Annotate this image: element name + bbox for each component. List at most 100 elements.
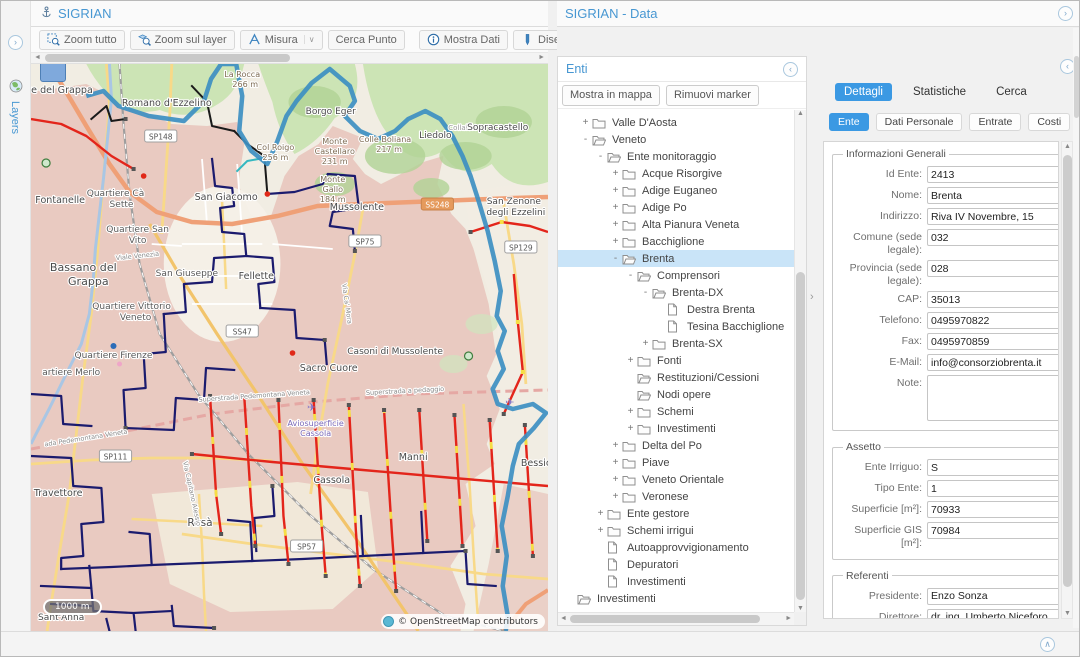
scroll-right-icon[interactable]: ► [785, 615, 792, 622]
tree-item-restituzioni-cessioni[interactable]: Restituzioni/Cessioni [558, 369, 794, 386]
expand-icon[interactable]: + [609, 219, 622, 230]
toolbar-button-zoom-tutto[interactable]: Zoom tutto [39, 30, 125, 50]
tree-item-alta-pianura-veneta[interactable]: +Alta Pianura Veneta [558, 216, 794, 233]
field-input-cap[interactable] [927, 291, 1059, 308]
expand-icon[interactable]: + [639, 338, 652, 349]
field-input-telefono[interactable] [927, 312, 1059, 329]
tree-hscroll-thumb[interactable] [570, 615, 760, 623]
subtab-ente[interactable]: Ente [829, 113, 869, 131]
dropdown-arrow-icon[interactable]: ∨ [304, 35, 315, 44]
field-input-note[interactable] [927, 375, 1059, 421]
field-input-fax[interactable] [927, 333, 1059, 350]
field-input-tipo-ente[interactable] [927, 480, 1059, 497]
field-input-superficie-m[interactable] [927, 501, 1059, 518]
expand-icon[interactable]: + [624, 355, 637, 366]
collapse-right-icon[interactable]: › [1058, 6, 1073, 21]
expand-icon[interactable]: + [609, 491, 622, 502]
expand-icon[interactable]: + [579, 117, 592, 128]
scroll-up-icon[interactable]: ▲ [797, 110, 804, 117]
tree-vscrollbar[interactable]: ▲ ▼ [794, 110, 806, 612]
expand-icon[interactable]: + [609, 474, 622, 485]
expand-icon[interactable]: + [624, 423, 637, 434]
rimuovi-marker-button[interactable]: Rimuovi marker [666, 85, 759, 106]
tree-item-ente-gestore[interactable]: +Ente gestore [558, 505, 794, 522]
scroll-down-icon[interactable]: ▼ [797, 605, 804, 612]
collapse-icon[interactable]: - [639, 287, 652, 298]
toolbar-button-cerca-punto[interactable]: Cerca Punto [328, 30, 405, 50]
expand-icon[interactable]: + [609, 202, 622, 213]
tree-item-piave[interactable]: +Piave [558, 454, 794, 471]
tree-item-schemi-irrigui[interactable]: +Schemi irrigui [558, 522, 794, 539]
field-input-ente-irriguo[interactable] [927, 459, 1059, 476]
field-input-presidente[interactable] [927, 588, 1059, 605]
tree-item-brenta[interactable]: -Brenta [558, 250, 794, 267]
tree-item-comprensori[interactable]: -Comprensori [558, 267, 794, 284]
tab-statistiche[interactable]: Statistiche [904, 83, 975, 101]
mostra-in-mappa-button[interactable]: Mostra in mappa [562, 85, 660, 106]
page-vscrollbar[interactable] [1073, 28, 1080, 628]
tree-item-investimenti[interactable]: +Investimenti [558, 420, 794, 437]
tree-item-autoapprovvigionamento[interactable]: Autoapprovvigionamento [558, 539, 794, 556]
form-vscrollbar[interactable]: ▲ ▼ [1061, 141, 1073, 619]
map-hscrollbar[interactable]: ◄ ► [31, 53, 548, 64]
scroll-down-icon[interactable]: ▼ [1064, 610, 1071, 617]
tree-item-investimenti[interactable]: Investimenti [558, 590, 794, 607]
subtab-entrate[interactable]: Entrate [969, 113, 1021, 131]
scroll-left-icon[interactable]: ◄ [34, 54, 41, 61]
tree-item-tesina-bacchiglione[interactable]: Tesina Bacchiglione [558, 318, 794, 335]
map-canvas[interactable]: SP148SS47SP111SP57SP75SP129SS248 ve del … [31, 64, 548, 631]
tree-hscrollbar[interactable]: ◄ ► [558, 612, 794, 625]
tree-item-veneto[interactable]: -Veneto [558, 131, 794, 148]
tree-item-destra-brenta[interactable]: Destra Brenta [558, 301, 794, 318]
subtab-dati-personale[interactable]: Dati Personale [876, 113, 963, 131]
tree-item-acque-risorgive[interactable]: +Acque Risorgive [558, 165, 794, 182]
globe-icon[interactable] [9, 79, 23, 98]
expand-icon[interactable]: + [609, 185, 622, 196]
tree-item-brenta-dx[interactable]: -Brenta-DX [558, 284, 794, 301]
form-vscroll-thumb[interactable] [1063, 155, 1072, 587]
tree-item-valle-d-aosta[interactable]: +Valle D'Aosta [558, 114, 794, 131]
field-input-e-mail[interactable] [927, 354, 1059, 371]
tree-item-ente-monitoraggio[interactable]: -Ente monitoraggio [558, 148, 794, 165]
toolbar-button-zoom-sul-layer[interactable]: Zoom sul layer [130, 30, 235, 50]
tab-cerca[interactable]: Cerca [987, 83, 1036, 101]
collapse-icon[interactable]: - [579, 134, 592, 145]
scroll-left-icon[interactable]: ◄ [560, 615, 567, 622]
tree-item-fonti[interactable]: +Fonti [558, 352, 794, 369]
map-hscroll-thumb[interactable] [45, 54, 290, 62]
layers-tab[interactable]: Layers [9, 101, 21, 134]
expand-icon[interactable]: + [609, 168, 622, 179]
map-viewport[interactable]: SP148SS47SP111SP57SP75SP129SS248 ve del … [31, 64, 548, 631]
field-input-indirizzo[interactable] [927, 208, 1059, 225]
tab-dettagli[interactable]: Dettagli [835, 83, 892, 101]
tree-item-delta-del-po[interactable]: +Delta del Po [558, 437, 794, 454]
tree-item-depuratori[interactable]: Depuratori [558, 556, 794, 573]
expand-icon[interactable]: + [594, 508, 607, 519]
tree-item-schemi[interactable]: +Schemi [558, 403, 794, 420]
tree-item-nodi-opere[interactable]: Nodi opere [558, 386, 794, 403]
expand-icon[interactable]: + [594, 525, 607, 536]
collapse-enti-icon[interactable]: ‹ [783, 62, 798, 77]
rail-expand-icon[interactable]: › [8, 35, 23, 50]
page-vscroll-thumb[interactable] [1074, 56, 1079, 118]
tree-item-brenta-sx[interactable]: +Brenta-SX [558, 335, 794, 352]
tree-item-investimenti[interactable]: Investimenti [558, 573, 794, 590]
field-input-direttore[interactable] [927, 609, 1059, 619]
expand-icon[interactable]: + [609, 236, 622, 247]
field-input-provincia-sede-legale[interactable] [927, 260, 1059, 277]
toolbar-button-misura[interactable]: Misura∨ [240, 30, 323, 50]
expand-icon[interactable]: + [624, 406, 637, 417]
scroll-up-icon[interactable]: ▲ [1064, 143, 1071, 150]
tree-item-adige-po[interactable]: +Adige Po [558, 199, 794, 216]
subtab-costi[interactable]: Costi [1028, 113, 1070, 131]
field-input-superficie-gis-m[interactable] [927, 522, 1059, 539]
map-zoom-control[interactable] [40, 64, 66, 82]
field-input-id-ente[interactable] [927, 166, 1059, 183]
tree-item-veneto-orientale[interactable]: +Veneto Orientale [558, 471, 794, 488]
collapse-icon[interactable]: - [624, 270, 637, 281]
tree-item-veronese[interactable]: +Veronese [558, 488, 794, 505]
tree-item-adige-euganeo[interactable]: +Adige Euganeo [558, 182, 794, 199]
collapse-icon[interactable]: - [609, 253, 622, 264]
tree-vscroll-thumb[interactable] [796, 272, 805, 600]
toolbar-button-mostra-dati[interactable]: Mostra Dati [419, 30, 508, 50]
